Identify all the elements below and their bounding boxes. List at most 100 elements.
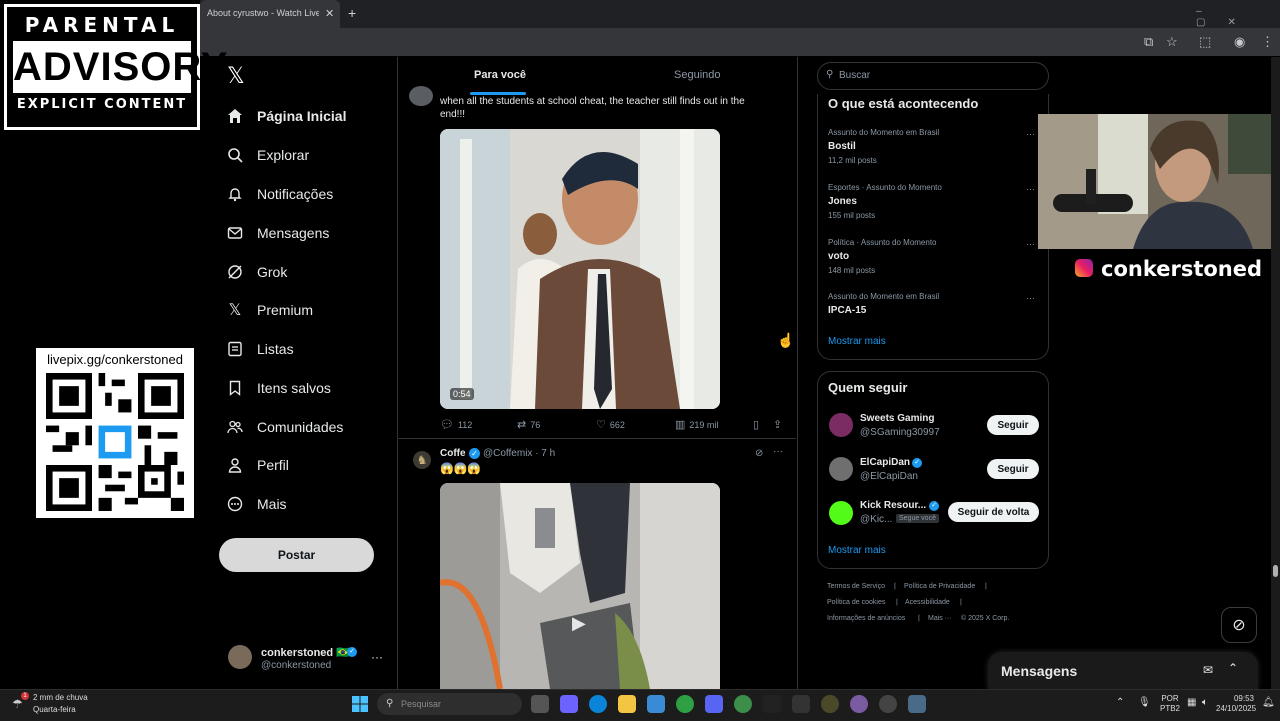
repost-metric[interactable]: ⇄ 76 <box>517 418 540 431</box>
like-metric[interactable]: ♡ 662 <box>596 418 625 431</box>
nav-lists[interactable]: Listas <box>226 334 294 364</box>
nav-grok[interactable]: Grok <box>226 257 287 287</box>
more-icon[interactable]: ··· <box>773 446 783 457</box>
app-icon[interactable] <box>850 695 868 713</box>
trend-name[interactable]: IPCA-15 <box>828 305 866 316</box>
tweet2-avatar[interactable]: ♞ <box>413 451 431 469</box>
settings-icon[interactable] <box>908 695 926 713</box>
weather-text[interactable]: 2 mm de chuva <box>33 693 88 702</box>
tweet2-author-name[interactable]: Coffe <box>440 448 466 459</box>
extensions-icon[interactable]: ⬚ <box>1199 34 1211 50</box>
follow-button[interactable]: Seguir <box>987 459 1039 479</box>
views-metric[interactable]: ▥ 219 mil <box>675 418 718 431</box>
follow-handle[interactable]: @Kic... <box>860 514 892 525</box>
obs-app-icon[interactable] <box>792 695 810 713</box>
footer-link[interactable]: Política de cookies <box>827 599 885 606</box>
grok-floating-button[interactable]: ⊘ <box>1221 607 1257 643</box>
trend-name[interactable]: voto <box>828 251 849 262</box>
chevron-up-icon[interactable]: ⌃ <box>1228 661 1238 675</box>
trends-show-more-link[interactable]: Mostrar mais <box>828 336 886 347</box>
follow-back-button[interactable]: Seguir de volta <box>948 502 1039 522</box>
tab-title[interactable]: About cyrustwo - Watch Live o <box>207 8 319 18</box>
tab-following[interactable]: Seguindo <box>674 69 721 81</box>
post-button[interactable]: Postar <box>219 538 374 572</box>
follow-name[interactable]: Sweets Gaming <box>860 413 934 424</box>
follow-show-more-link[interactable]: Mostrar mais <box>828 545 886 556</box>
x-logo[interactable]: 𝕏 <box>227 64 245 89</box>
nav-profile[interactable]: Perfil <box>226 450 289 480</box>
photos-icon[interactable] <box>647 695 665 713</box>
task-view-icon[interactable] <box>531 695 549 713</box>
reply-metric[interactable]: 💬︎ 112 <box>440 418 472 431</box>
tab-for-you[interactable]: Para você <box>474 69 526 81</box>
star-icon[interactable]: ☆ <box>1166 34 1178 50</box>
nav-home[interactable]: Página Inicial <box>226 101 346 131</box>
chat-app-icon[interactable] <box>560 695 578 713</box>
tweet-avatar[interactable] <box>409 86 433 106</box>
trend-name[interactable]: Bostil <box>828 141 856 152</box>
trend-more-icon[interactable]: ··· <box>1026 129 1035 139</box>
account-handle[interactable]: @conkerstoned <box>261 660 331 671</box>
notification-bell-icon[interactable]: 🔔︎ <box>1262 697 1275 708</box>
account-more-icon[interactable]: ··· <box>371 650 383 664</box>
nav-messages[interactable]: Mensagens <box>226 218 329 248</box>
github-icon[interactable] <box>879 695 897 713</box>
trend-name[interactable]: Jones <box>828 196 857 207</box>
scrollbar-thumb[interactable] <box>1273 565 1278 577</box>
trend-more-icon[interactable]: ··· <box>1026 239 1035 249</box>
nav-explore[interactable]: Explorar <box>226 140 309 170</box>
account-name[interactable]: conkerstoned 🇧🇷 <box>261 646 350 659</box>
messages-drawer-title[interactable]: Mensagens <box>1001 663 1077 679</box>
follow-button[interactable]: Seguir <box>987 415 1039 435</box>
capcut-icon[interactable] <box>763 695 781 713</box>
follow-avatar[interactable] <box>829 413 853 437</box>
footer-link[interactable]: Acessibilidade <box>905 599 950 606</box>
footer-link[interactable]: Política de Privacidade <box>904 583 975 590</box>
window-controls[interactable]: –▢✕ <box>1196 6 1280 28</box>
follow-avatar[interactable] <box>829 457 853 481</box>
chrome-icon[interactable] <box>676 695 694 713</box>
bookmark-tweet-icon[interactable]: ▯ <box>753 418 763 431</box>
edge-icon[interactable] <box>589 695 607 713</box>
menu-icon[interactable]: ⋮ <box>1261 34 1274 50</box>
scrollbar[interactable] <box>1271 57 1280 689</box>
follow-avatar[interactable] <box>829 501 853 525</box>
follow-handle[interactable]: @ElCapiDan <box>860 471 918 482</box>
clock[interactable]: 09:53 24/10/2025 <box>1216 694 1256 714</box>
windows-start-icon[interactable] <box>352 696 368 712</box>
taskbar-search-placeholder[interactable]: Pesquisar <box>401 699 441 709</box>
share-icon[interactable]: ⇪ <box>773 418 786 431</box>
nav-communities[interactable]: Comunidades <box>226 412 343 442</box>
account-avatar[interactable] <box>228 645 252 669</box>
tweet2-video[interactable] <box>440 483 720 689</box>
nav-more[interactable]: Mais <box>226 489 287 519</box>
taskbar-search[interactable] <box>377 693 522 715</box>
weather-day[interactable]: Quarta-feira <box>33 705 76 714</box>
obs-icon[interactable] <box>821 695 839 713</box>
profile-icon[interactable]: ◉ <box>1234 34 1245 50</box>
network-icon[interactable]: ▦ <box>1187 697 1196 708</box>
trend-more-icon[interactable]: ··· <box>1026 184 1035 194</box>
keyboard-language[interactable]: POR PTB2 <box>1160 694 1180 714</box>
file-explorer-icon[interactable] <box>618 695 636 713</box>
microphone-icon[interactable]: 🎙︎ <box>1138 697 1151 708</box>
search-placeholder[interactable]: Buscar <box>839 70 870 81</box>
follow-name[interactable]: Kick Resour... <box>860 500 926 511</box>
footer-link[interactable]: Mais ··· <box>928 615 952 622</box>
tab-close-icon[interactable]: ✕ <box>325 7 334 20</box>
trend-more-icon[interactable]: ··· <box>1026 293 1035 303</box>
nav-notifications[interactable]: Notificações <box>226 179 333 209</box>
address-bar[interactable] <box>210 33 1120 51</box>
grok-icon[interactable]: ⊘ <box>755 448 763 459</box>
nav-bookmarks[interactable]: Itens salvos <box>226 373 331 403</box>
new-tab-button[interactable]: + <box>348 5 356 21</box>
tweet-video[interactable] <box>440 129 720 409</box>
discord-icon[interactable] <box>705 695 723 713</box>
footer-link[interactable]: Informações de anúncios <box>827 615 905 622</box>
tray-chevron-icon[interactable]: ⌃ <box>1116 697 1124 708</box>
follow-handle[interactable]: @SGaming30997 <box>860 427 940 438</box>
cast-icon[interactable]: ⧉ <box>1144 34 1153 50</box>
xbox-icon[interactable] <box>734 695 752 713</box>
follow-name[interactable]: ElCapiDan <box>860 457 910 468</box>
play-icon[interactable]: ▶ <box>572 613 586 634</box>
